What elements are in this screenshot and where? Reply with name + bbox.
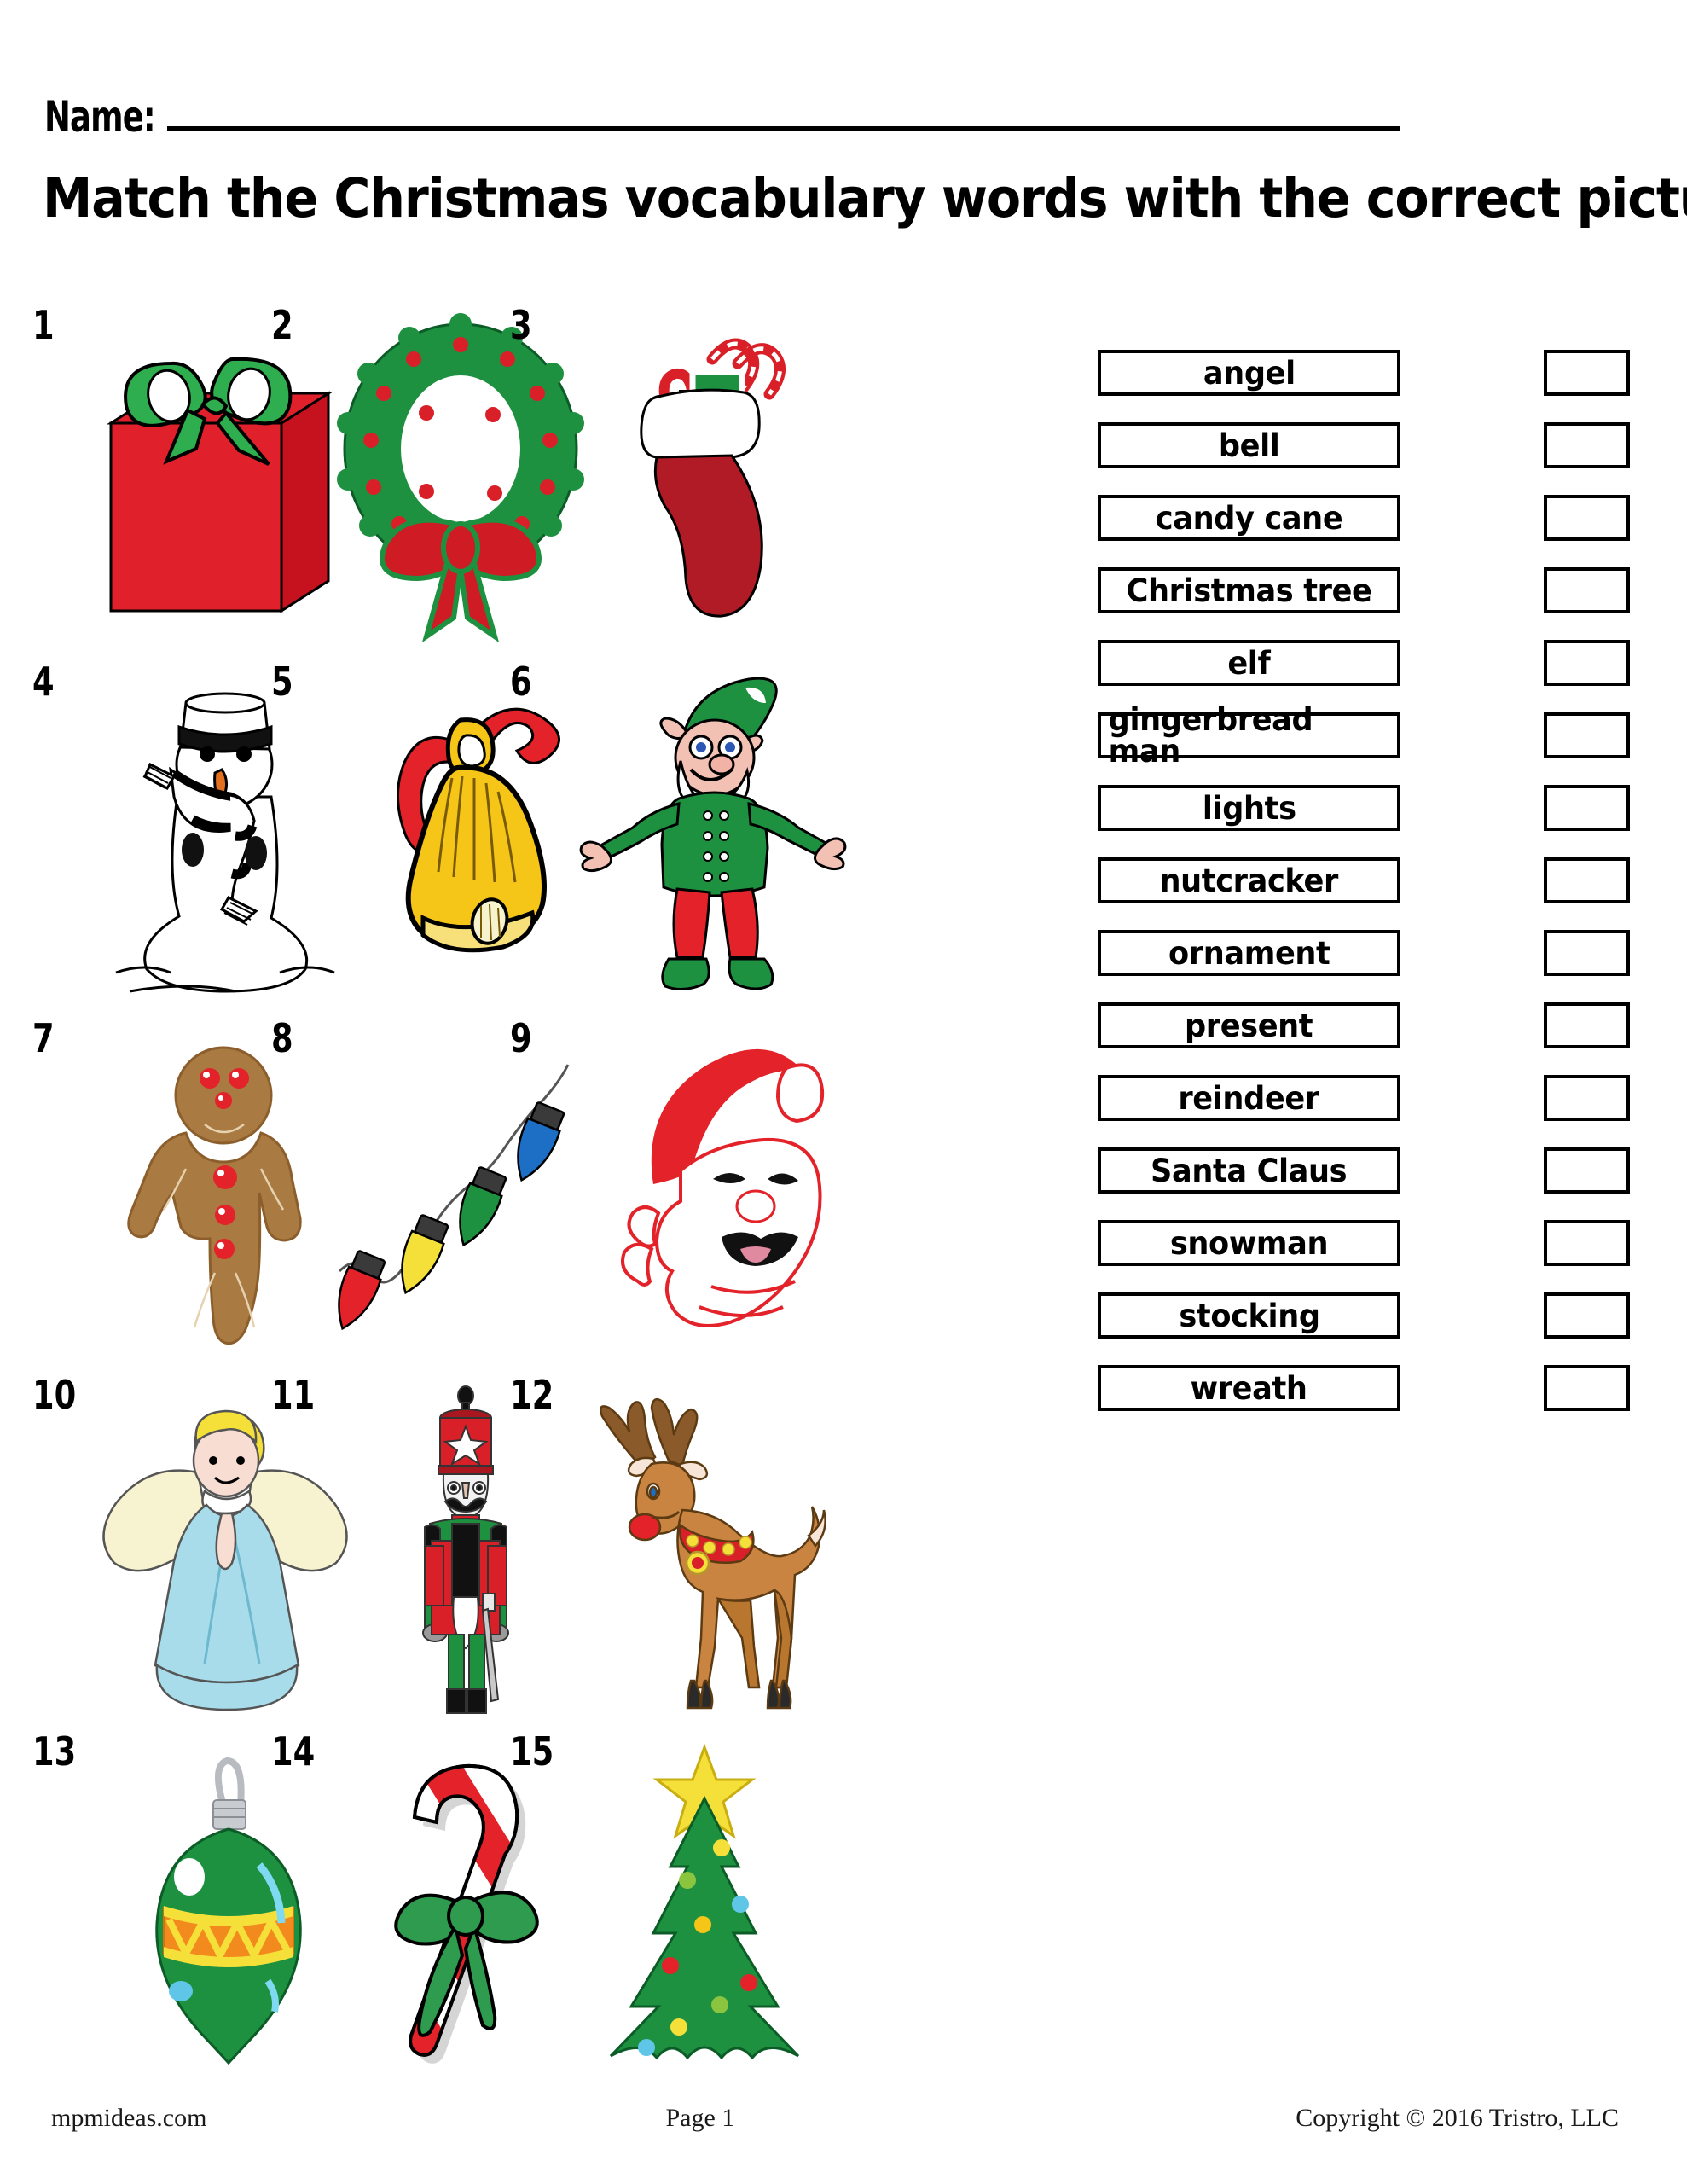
page-title: Match the Christmas vocabulary words wit…: [43, 167, 1687, 229]
word-label: bell: [1218, 427, 1280, 464]
word-box-ornament[interactable]: ornament: [1098, 930, 1400, 976]
word-box-present[interactable]: present: [1098, 1002, 1400, 1048]
answer-box-bell[interactable]: [1544, 422, 1630, 468]
page-footer: mpmideas.com Page 1 Copyright © 2016 Tri…: [51, 2104, 1636, 2133]
word-box-angel[interactable]: angel: [1098, 350, 1400, 396]
word-label: Santa Claus: [1151, 1152, 1348, 1189]
word-row: angel: [1098, 350, 1644, 422]
answer-box-reindeer[interactable]: [1544, 1075, 1630, 1121]
word-bank-list: angel bell candy cane Christmas tree elf…: [1098, 350, 1644, 1438]
name-field-row: Name:: [44, 96, 1400, 138]
word-box-snowman[interactable]: snowman: [1098, 1220, 1400, 1266]
word-box-christmas-tree[interactable]: Christmas tree: [1098, 567, 1400, 613]
picture-cell-9[interactable]: 9: [503, 1010, 853, 1367]
answer-box-present[interactable]: [1544, 1002, 1630, 1048]
stocking-icon: [563, 312, 844, 645]
word-label: ornament: [1168, 934, 1330, 972]
answer-box-elf[interactable]: [1544, 640, 1630, 686]
picture-number-11: 11: [271, 1372, 316, 1418]
picture-number-8: 8: [271, 1015, 293, 1061]
word-row: wreath: [1098, 1365, 1644, 1438]
word-row: reindeer: [1098, 1075, 1644, 1147]
word-label: snowman: [1169, 1224, 1329, 1262]
picture-grid: 1 2 3 4 5 6 7 8 9 10 11 12 13 14 15: [26, 297, 1075, 2080]
word-box-nutcracker[interactable]: nutcracker: [1098, 857, 1400, 903]
answer-box-gingerbread-man[interactable]: [1544, 712, 1630, 758]
word-row: present: [1098, 1002, 1644, 1075]
picture-number-4: 4: [32, 659, 55, 705]
picture-number-15: 15: [510, 1728, 554, 1774]
word-box-bell[interactable]: bell: [1098, 422, 1400, 468]
picture-number-13: 13: [32, 1728, 77, 1774]
answer-box-santa-claus[interactable]: [1544, 1147, 1630, 1194]
answer-box-ornament[interactable]: [1544, 930, 1630, 976]
word-row: lights: [1098, 785, 1644, 857]
answer-box-snowman[interactable]: [1544, 1220, 1630, 1266]
worksheet-page: Name: Match the Christmas vocabulary wor…: [0, 0, 1687, 2184]
word-box-santa-claus[interactable]: Santa Claus: [1098, 1147, 1400, 1194]
word-box-reindeer[interactable]: reindeer: [1098, 1075, 1400, 1121]
word-label: candy cane: [1155, 499, 1343, 537]
word-label: present: [1185, 1007, 1313, 1044]
word-label: Christmas tree: [1126, 572, 1372, 609]
christmas-tree-icon: [563, 1739, 844, 2071]
word-row: ornament: [1098, 930, 1644, 1002]
word-box-lights[interactable]: lights: [1098, 785, 1400, 831]
picture-cell-15[interactable]: 15: [503, 1723, 853, 2080]
picture-number-1: 1: [32, 302, 55, 348]
answer-box-lights[interactable]: [1544, 785, 1630, 831]
picture-cell-3[interactable]: 3: [503, 297, 853, 653]
picture-number-2: 2: [271, 302, 293, 348]
word-label: lights: [1202, 789, 1296, 827]
word-row: nutcracker: [1098, 857, 1644, 930]
word-row: Christmas tree: [1098, 567, 1644, 640]
answer-box-candy-cane[interactable]: [1544, 495, 1630, 541]
word-row: stocking: [1098, 1292, 1644, 1365]
word-box-candy-cane[interactable]: candy cane: [1098, 495, 1400, 541]
picture-number-5: 5: [271, 659, 293, 705]
name-label: Name:: [44, 92, 156, 142]
footer-copyright: Copyright © 2016 Tristro, LLC: [1296, 2104, 1619, 2132]
word-row: Santa Claus: [1098, 1147, 1644, 1220]
word-box-gingerbread-man[interactable]: gingerbread man: [1098, 704, 1400, 767]
word-label: wreath: [1191, 1369, 1307, 1407]
word-label: stocking: [1178, 1297, 1320, 1334]
word-label: angel: [1203, 354, 1296, 392]
picture-number-10: 10: [32, 1372, 77, 1418]
picture-number-7: 7: [32, 1015, 55, 1061]
word-row: candy cane: [1098, 495, 1644, 567]
word-box-stocking[interactable]: stocking: [1098, 1292, 1400, 1339]
word-row: snowman: [1098, 1220, 1644, 1292]
picture-number-3: 3: [510, 302, 532, 348]
word-box-wreath[interactable]: wreath: [1098, 1365, 1400, 1411]
picture-number-9: 9: [510, 1015, 532, 1061]
answer-box-christmas-tree[interactable]: [1544, 567, 1630, 613]
answer-box-nutcracker[interactable]: [1544, 857, 1630, 903]
answer-box-stocking[interactable]: [1544, 1292, 1630, 1339]
word-row: gingerbread man: [1098, 704, 1644, 785]
elf-icon: [563, 669, 847, 1002]
picture-cell-12[interactable]: 12: [503, 1367, 853, 1723]
answer-box-angel[interactable]: [1544, 350, 1630, 396]
picture-number-12: 12: [510, 1372, 554, 1418]
reindeer-icon: [563, 1382, 844, 1715]
picture-cell-6[interactable]: 6: [503, 653, 853, 1010]
word-label: nutcracker: [1159, 862, 1339, 899]
picture-number-6: 6: [510, 659, 532, 705]
answer-box-wreath[interactable]: [1544, 1365, 1630, 1411]
word-box-elf[interactable]: elf: [1098, 640, 1400, 686]
word-row: bell: [1098, 422, 1644, 495]
word-label: gingerbread man: [1108, 701, 1313, 770]
picture-number-14: 14: [271, 1728, 316, 1774]
footer-site: mpmideas.com: [51, 2104, 207, 2132]
word-label: elf: [1227, 644, 1271, 682]
santa-claus-icon: [563, 1025, 844, 1358]
footer-page-number: Page 1: [665, 2104, 735, 2132]
name-write-line[interactable]: [167, 126, 1400, 131]
word-label: reindeer: [1178, 1079, 1320, 1117]
